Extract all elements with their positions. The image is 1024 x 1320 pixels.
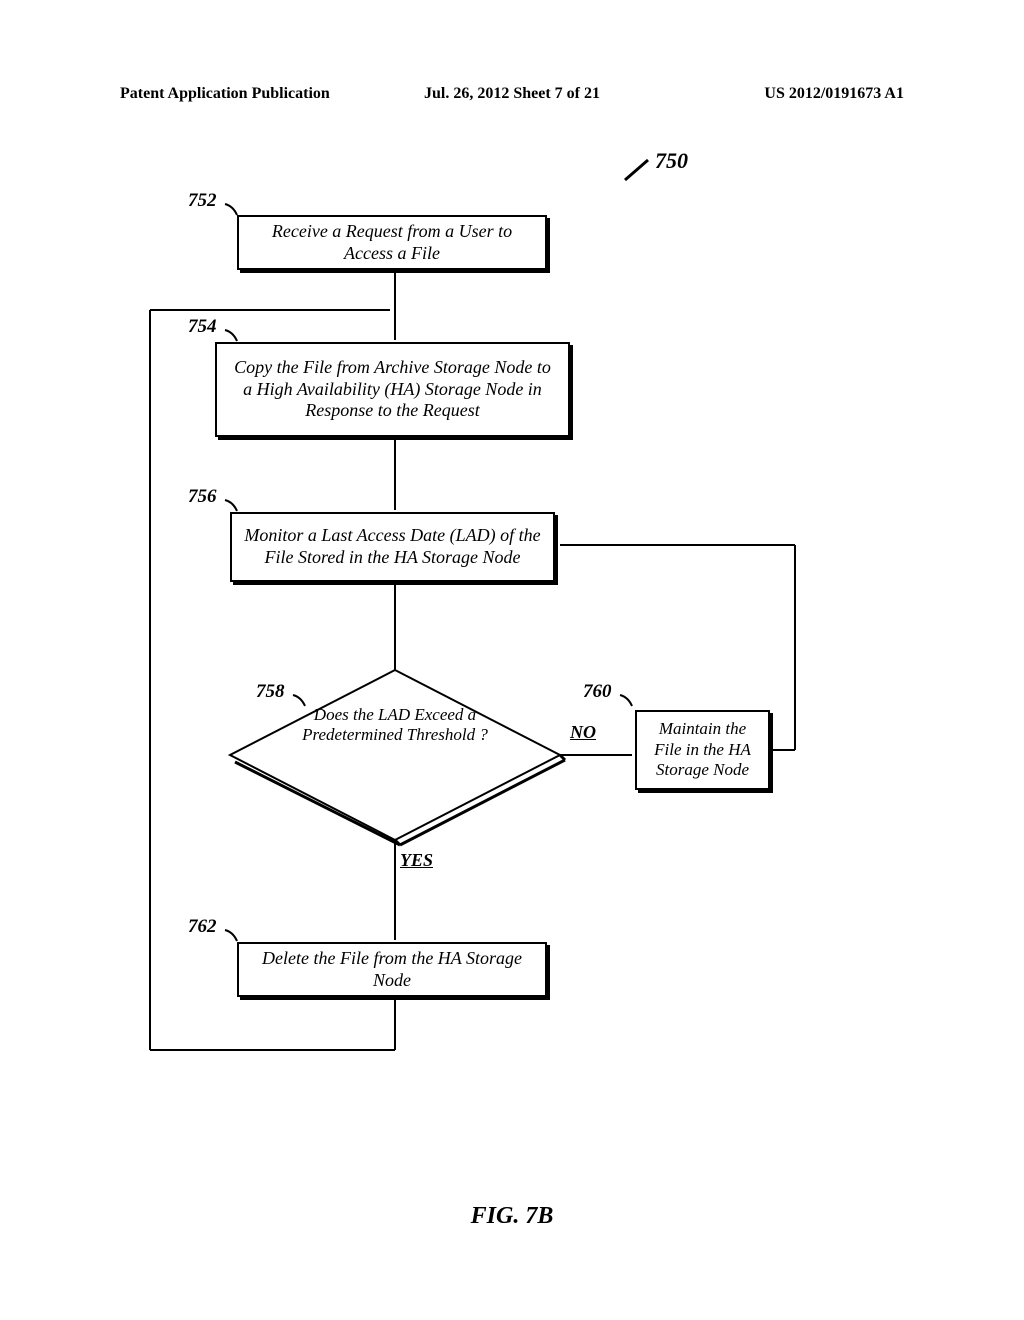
step-762-text: Delete the File from the HA Storage Node	[251, 948, 533, 991]
edge-label-yes: YES	[400, 850, 433, 871]
step-754-box: Copy the File from Archive Storage Node …	[215, 342, 570, 437]
ref-758: 758	[256, 681, 285, 703]
flowchart-diagram: 750 752 754 756 758 760 762 Receive a Re…	[0, 130, 1024, 1180]
header-center: Jul. 26, 2012 Sheet 7 of 21	[381, 85, 642, 103]
step-752-box: Receive a Request from a User to Access …	[237, 215, 547, 270]
decision-758-label: Does the LAD Exceed a Predetermined Thre…	[302, 705, 488, 744]
ref-756: 756	[188, 486, 217, 508]
step-754-text: Copy the File from Archive Storage Node …	[229, 357, 556, 422]
connector-lines	[0, 130, 1024, 1180]
step-762-box: Delete the File from the HA Storage Node	[237, 942, 547, 997]
ref-754: 754	[188, 316, 217, 338]
step-756-box: Monitor a Last Access Date (LAD) of the …	[230, 512, 555, 582]
page-header: Patent Application Publication Jul. 26, …	[0, 85, 1024, 103]
decision-758-text: Does the LAD Exceed a Predetermined Thre…	[295, 705, 495, 746]
step-752-text: Receive a Request from a User to Access …	[251, 221, 533, 264]
figure-caption: FIG. 7B	[0, 1203, 1024, 1230]
step-760-box: Maintain the File in the HA Storage Node	[635, 710, 770, 790]
ref-760: 760	[583, 681, 612, 703]
step-756-text: Monitor a Last Access Date (LAD) of the …	[244, 525, 541, 568]
edge-label-no: NO	[570, 722, 596, 743]
ref-752: 752	[188, 190, 217, 212]
ref-750: 750	[655, 148, 688, 174]
ref-762: 762	[188, 916, 217, 938]
header-left: Patent Application Publication	[120, 85, 381, 103]
header-right: US 2012/0191673 A1	[643, 85, 904, 103]
step-760-text: Maintain the File in the HA Storage Node	[649, 719, 756, 780]
